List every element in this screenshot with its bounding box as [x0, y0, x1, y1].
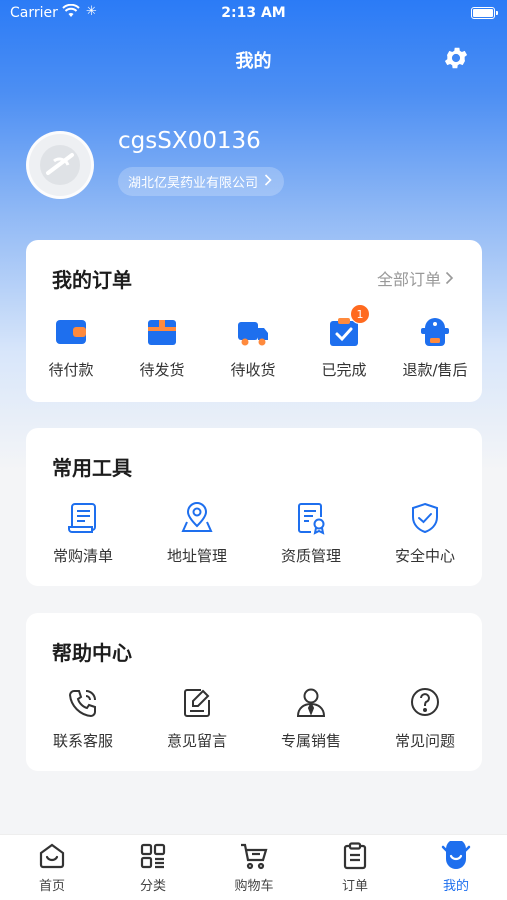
- item-label: 安全中心: [394, 547, 455, 565]
- battery-icon: [471, 7, 498, 19]
- username: cgsSX00136: [118, 128, 261, 154]
- order-pending-payment[interactable]: 待付款: [26, 314, 116, 380]
- item-label: 联系客服: [52, 732, 113, 750]
- completed-badge: 1: [350, 304, 370, 324]
- shield-check-icon: [407, 500, 443, 536]
- help-faq[interactable]: 常见问题: [380, 685, 470, 751]
- order-pending-shipment[interactable]: 待发货: [117, 314, 207, 380]
- help-exclusive-sales[interactable]: 专属销售: [266, 685, 356, 751]
- tab-label: 首页: [38, 879, 65, 894]
- location-pin-icon: [179, 500, 215, 536]
- all-orders-link[interactable]: 全部订单: [377, 266, 454, 290]
- feedback-edit-icon: [179, 685, 215, 721]
- certificate-icon: [293, 500, 329, 536]
- status-time: 2:13 AM: [221, 5, 286, 21]
- order-after-sales[interactable]: 退款/售后: [390, 314, 480, 380]
- tab-home[interactable]: 首页: [12, 841, 92, 894]
- wallet-icon: [53, 314, 89, 350]
- home-icon: [37, 841, 67, 871]
- item-label: 常购清单: [52, 547, 113, 565]
- order-clipboard-icon: [340, 841, 370, 871]
- item-label: 退款/售后: [402, 361, 468, 379]
- truck-icon: [235, 314, 271, 350]
- item-label: 待收货: [230, 361, 276, 379]
- help-title: 帮助中心: [52, 641, 132, 665]
- settings-gear-icon[interactable]: [442, 44, 470, 72]
- item-label: 已完成: [321, 361, 367, 379]
- chevron-right-icon: [264, 173, 272, 190]
- page-title: 我的: [235, 51, 272, 72]
- item-label: 资质管理: [280, 547, 341, 565]
- item-label: 专属销售: [280, 732, 341, 750]
- item-label: 待发货: [139, 361, 185, 379]
- tab-orders[interactable]: 订单: [315, 841, 395, 894]
- company-selector[interactable]: 湖北亿昊药业有限公司: [118, 167, 285, 196]
- tool-security[interactable]: 安全中心: [380, 500, 470, 566]
- orders-card: 我的订单 全部订单 待付款 待发货 待收货 1 已完成 退款/售后: [26, 240, 482, 402]
- category-icon: [138, 841, 168, 871]
- tab-category[interactable]: 分类: [113, 841, 193, 894]
- list-scroll-icon: [65, 500, 101, 536]
- phone-icon: [65, 685, 101, 721]
- default-avatar-icon: [40, 145, 80, 185]
- tool-address[interactable]: 地址管理: [152, 500, 242, 566]
- order-completed[interactable]: 1 已完成: [299, 304, 389, 380]
- tab-label: 分类: [139, 879, 166, 894]
- help-card: 帮助中心 联系客服 意见留言 专属销售 常见问题: [26, 613, 482, 771]
- item-label: 地址管理: [166, 547, 227, 565]
- avatar[interactable]: [26, 131, 94, 199]
- order-pending-receipt[interactable]: 待收货: [208, 314, 298, 380]
- item-label: 常见问题: [394, 732, 455, 750]
- tab-label: 购物车: [234, 879, 274, 894]
- help-contact-service[interactable]: 联系客服: [38, 685, 128, 751]
- tab-label: 订单: [341, 879, 368, 894]
- after-sales-icon: [417, 314, 453, 350]
- help-feedback[interactable]: 意见留言: [152, 685, 242, 751]
- tools-title: 常用工具: [52, 456, 132, 480]
- company-name: 湖北亿昊药业有限公司: [128, 176, 259, 191]
- profile-smile-icon: [441, 839, 471, 871]
- item-label: 待付款: [48, 361, 94, 379]
- status-bar: Carrier ✳ 2:13 AM: [0, 0, 507, 28]
- orders-title: 我的订单: [52, 268, 132, 292]
- tools-card: 常用工具 常购清单 地址管理 资质管理 安全中心: [26, 428, 482, 586]
- tab-label: 我的: [442, 879, 469, 894]
- all-orders-label: 全部订单: [376, 270, 441, 289]
- tab-cart[interactable]: 购物车: [214, 841, 294, 894]
- cart-icon: [239, 841, 269, 871]
- tool-qualification[interactable]: 资质管理: [266, 500, 356, 566]
- box-icon: [144, 314, 180, 350]
- chevron-right-icon: [445, 271, 454, 285]
- tool-frequent-list[interactable]: 常购清单: [38, 500, 128, 566]
- tab-profile[interactable]: 我的: [416, 839, 496, 894]
- item-label: 意见留言: [166, 732, 227, 750]
- bottom-tab-bar: 首页 分类 购物车 订单 我的: [0, 834, 507, 900]
- check-clipboard-icon: 1: [326, 304, 370, 350]
- question-icon: [407, 685, 443, 721]
- sales-person-icon: [293, 685, 329, 721]
